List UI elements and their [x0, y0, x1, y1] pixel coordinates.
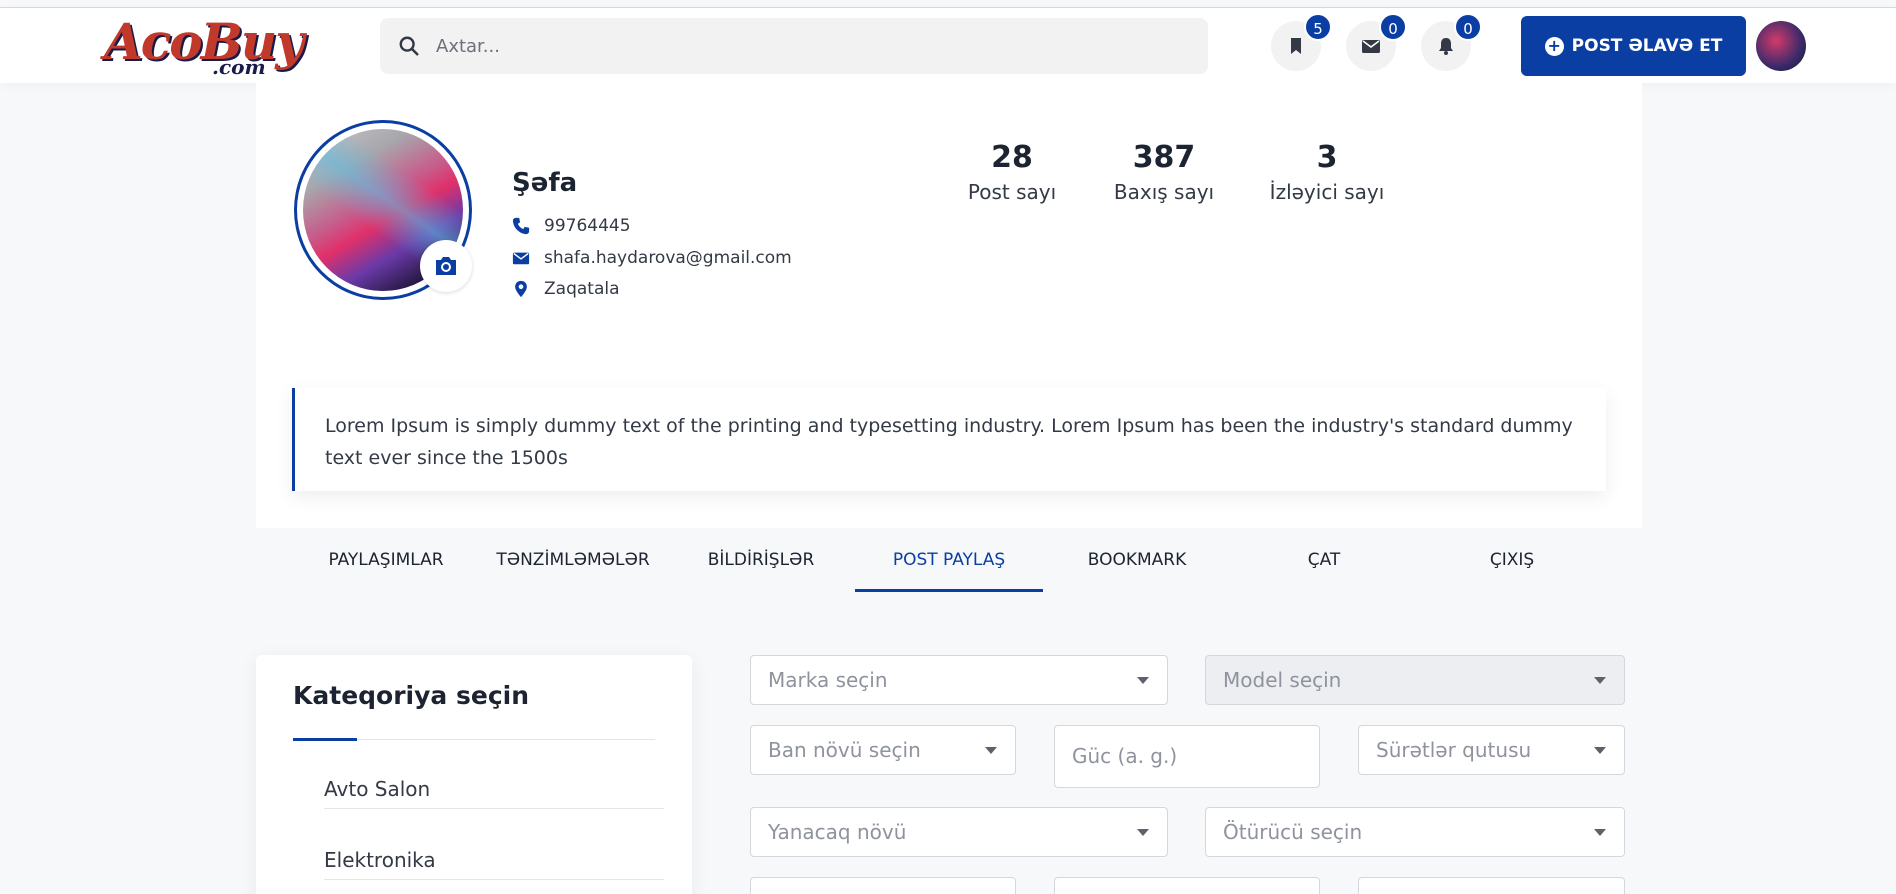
add-post-button[interactable]: + POST ƏLAVƏ ET — [1521, 16, 1746, 76]
bookmarks-button[interactable]: 5 — [1271, 13, 1332, 71]
map-pin-icon — [515, 280, 527, 298]
tab-chat[interactable]: ÇAT — [1230, 528, 1418, 592]
stat-posts-label: Post sayı — [967, 180, 1057, 204]
drive-select-text: Ötürücü seçin — [1223, 820, 1363, 844]
drive-select[interactable]: Ötürücü seçin — [1205, 807, 1625, 857]
tab-logout[interactable]: ÇIXIŞ — [1418, 528, 1606, 592]
bell-icon — [1439, 38, 1453, 55]
body-type-select[interactable]: Ban növü seçin — [750, 725, 1016, 775]
tab-settings[interactable]: TƏNZİMLƏMƏLƏR — [479, 528, 667, 592]
stat-followers-value: 3 — [1316, 140, 1338, 175]
power-field — [1054, 725, 1320, 788]
profile-phone: 99764445 — [512, 215, 631, 237]
fuel-select[interactable]: Yanacaq növü — [750, 807, 1168, 857]
search-input[interactable] — [436, 18, 1196, 74]
change-photo-button[interactable] — [420, 240, 472, 292]
brand-select[interactable]: Marka seçin — [750, 655, 1168, 705]
user-avatar[interactable] — [1756, 21, 1806, 71]
stat-followers-label: İzləyici sayı — [1269, 180, 1385, 204]
site-header: AcoBuy .com 5 0 0 + POST ƏLAVƏ ET — [0, 8, 1896, 83]
bookmark-count-badge: 5 — [1304, 13, 1332, 41]
stat-followers: 3 İzləyici sayı — [1265, 140, 1389, 204]
email-text: shafa.haydarova@gmail.com — [544, 248, 792, 268]
envelope-icon — [1362, 40, 1380, 53]
category-title: Kateqoriya seçin — [293, 681, 530, 710]
search-bar — [380, 18, 1208, 74]
chevron-down-icon — [1594, 747, 1606, 754]
stat-posts: 28 Post sayı — [963, 140, 1061, 204]
stat-views: 387 Baxış sayı — [1110, 140, 1218, 204]
plus-circle-icon: + — [1544, 36, 1564, 56]
chevron-down-icon — [1594, 677, 1606, 684]
envelope-icon — [512, 252, 530, 265]
camera-icon — [436, 257, 456, 275]
category-accent-line — [293, 738, 357, 741]
add-post-label: POST ƏLAVƏ ET — [1571, 36, 1723, 56]
messages-button[interactable]: 0 — [1346, 13, 1407, 71]
model-select[interactable]: Model seçin — [1205, 655, 1625, 705]
bookmark-icon — [1291, 38, 1301, 54]
form-field-row4-2[interactable] — [1054, 877, 1320, 894]
location-text: Zaqatala — [544, 279, 620, 299]
chevron-down-icon — [1137, 677, 1149, 684]
message-count-badge: 0 — [1379, 13, 1407, 41]
form-field-row4-1[interactable] — [750, 877, 1016, 894]
category-item-electronics[interactable]: Elektronika — [324, 834, 664, 880]
phone-icon — [512, 217, 530, 235]
category-panel: Kateqoriya seçin Avto Salon Elektronika — [256, 655, 692, 894]
notifications-button[interactable]: 0 — [1421, 13, 1482, 71]
chevron-down-icon — [985, 747, 997, 754]
fuel-select-text: Yanacaq növü — [768, 820, 907, 844]
power-input[interactable] — [1072, 726, 1295, 786]
chevron-down-icon — [1594, 829, 1606, 836]
logo-domain: .com — [212, 55, 266, 79]
profile-tabs: PAYLAŞIMLAR TƏNZİMLƏMƏLƏR BİLDİRİŞLƏR PO… — [292, 528, 1606, 592]
body-type-select-text: Ban növü seçin — [768, 738, 921, 762]
form-field-row4-3[interactable] — [1358, 877, 1625, 894]
tab-post-share[interactable]: POST PAYLAŞ — [855, 528, 1043, 592]
profile-bio: Lorem Ipsum is simply dummy text of the … — [292, 388, 1606, 491]
stat-views-label: Baxış sayı — [1113, 180, 1215, 204]
site-logo[interactable]: AcoBuy .com — [104, 12, 304, 82]
tab-notifications[interactable]: BİLDİRİŞLƏR — [667, 528, 855, 592]
stat-views-value: 387 — [1132, 140, 1196, 175]
model-select-text: Model seçin — [1223, 668, 1342, 692]
stat-posts-value: 28 — [991, 140, 1033, 175]
chevron-down-icon — [1137, 829, 1149, 836]
notification-count-badge: 0 — [1454, 13, 1482, 41]
gearbox-select[interactable]: Sürətlər qutusu — [1358, 725, 1625, 775]
tab-bookmark[interactable]: BOOKMARK — [1043, 528, 1231, 592]
gearbox-select-text: Sürətlər qutusu — [1376, 738, 1532, 762]
brand-select-text: Marka seçin — [768, 668, 888, 692]
search-icon — [399, 36, 419, 56]
tab-shares[interactable]: PAYLAŞIMLAR — [292, 528, 480, 592]
profile-email: shafa.haydarova@gmail.com — [512, 247, 792, 269]
profile-location: Zaqatala — [512, 278, 620, 300]
phone-text: 99764445 — [544, 216, 631, 236]
category-item-auto-salon[interactable]: Avto Salon — [324, 763, 664, 809]
logo-wordmark: AcoBuy — [104, 12, 304, 71]
profile-name: Şəfa — [512, 168, 578, 198]
